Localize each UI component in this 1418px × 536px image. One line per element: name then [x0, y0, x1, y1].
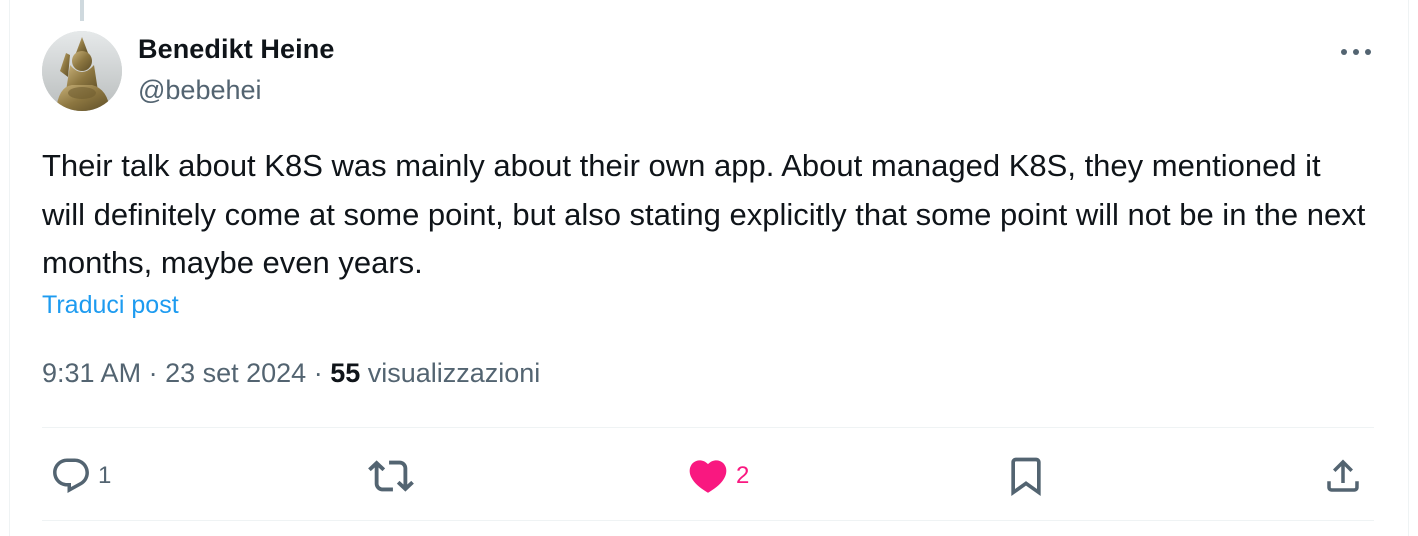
tweet-meta: 9:31 AM · 23 set 2024 · 55 visualizzazio… [42, 358, 540, 389]
reply-button[interactable]: 1 [50, 452, 111, 500]
translate-post-link[interactable]: Traduci post [42, 291, 179, 320]
views-count: 55 [330, 358, 361, 388]
card-left-border [9, 0, 10, 536]
tweet-card: Benedikt Heine @bebehei Their talk about… [0, 0, 1418, 536]
like-button[interactable]: 2 [686, 452, 749, 500]
action-bar-bottom-divider [42, 520, 1374, 521]
reply-icon [53, 458, 89, 493]
reply-count: 1 [98, 462, 112, 489]
bookmark-icon [1011, 457, 1041, 497]
meta-separator: · [306, 358, 331, 388]
more-dots-icon [1341, 49, 1371, 55]
tweet-time[interactable]: 9:31 AM [42, 358, 141, 388]
avatar-image [42, 31, 122, 111]
retweet-button[interactable] [368, 452, 414, 500]
meta-separator: · [141, 358, 166, 388]
action-bar-top-divider [42, 427, 1374, 428]
bookmark-button[interactable] [1004, 452, 1048, 500]
share-button[interactable] [1322, 452, 1364, 500]
more-options-button[interactable] [1338, 38, 1374, 66]
share-icon [1327, 459, 1359, 492]
author-name[interactable]: Benedikt Heine [138, 34, 334, 65]
avatar[interactable] [42, 31, 122, 111]
like-count: 2 [736, 462, 750, 489]
retweet-icon [368, 460, 414, 492]
thread-connector-line [80, 0, 84, 21]
author-handle[interactable]: @bebehei [138, 75, 262, 106]
views-label: visualizzazioni [360, 358, 541, 388]
card-right-border [1408, 0, 1409, 536]
tweet-date[interactable]: 23 set 2024 [165, 358, 306, 388]
tweet-text: Their talk about K8S was mainly about th… [42, 148, 1366, 280]
heart-icon [689, 460, 727, 493]
